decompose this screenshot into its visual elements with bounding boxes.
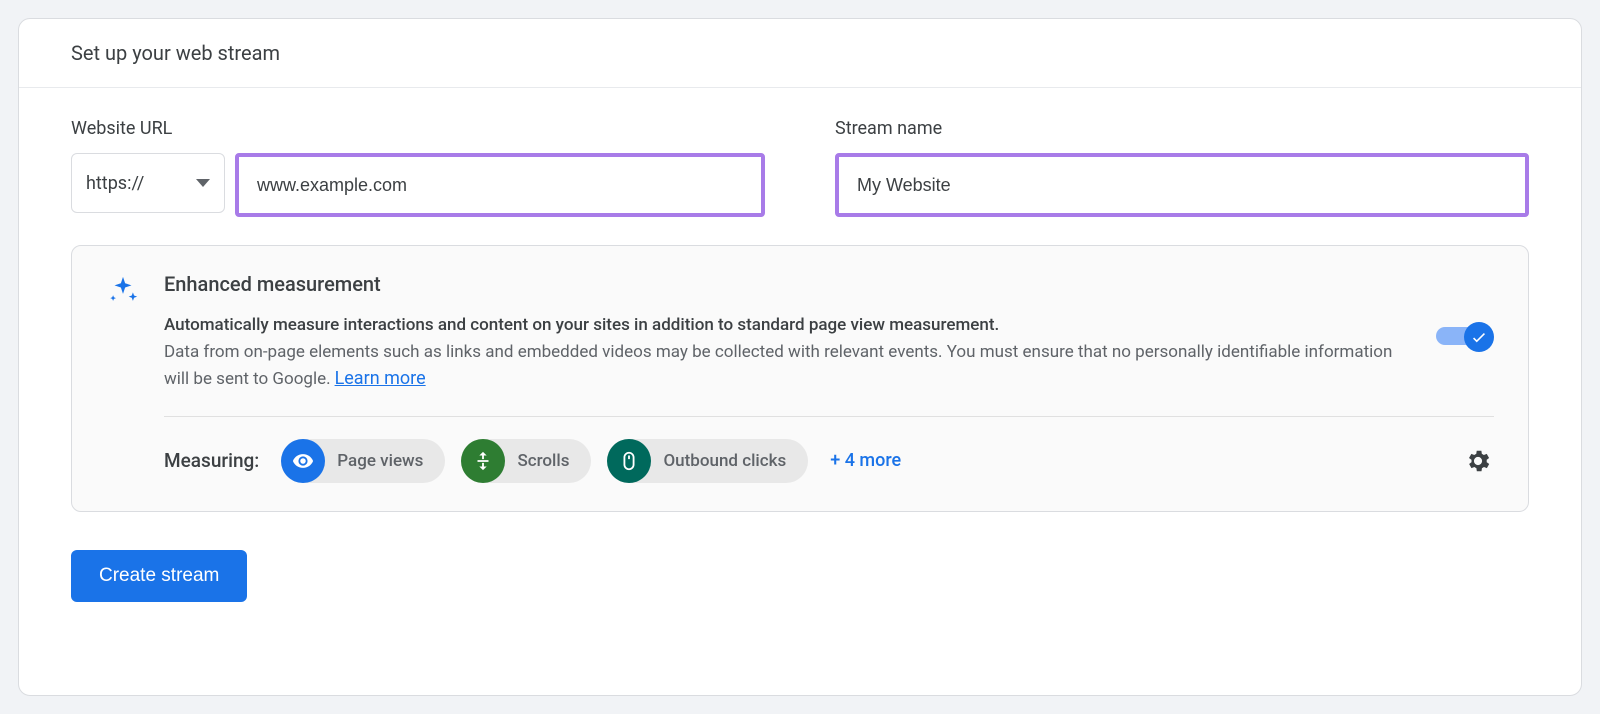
mouse-icon: [607, 439, 651, 483]
check-icon: [1470, 328, 1488, 346]
url-input-row: https://: [71, 153, 765, 217]
measuring-row: Measuring: Page views Scrolls: [164, 439, 1494, 483]
fields-row: Website URL https:// Stream name: [71, 118, 1529, 217]
measuring-label: Measuring:: [164, 449, 259, 472]
create-stream-button[interactable]: Create stream: [71, 550, 247, 602]
scroll-icon: [461, 439, 505, 483]
card-header: Set up your web stream: [19, 19, 1581, 88]
enhanced-measurement-card: Enhanced measurement Automatically measu…: [71, 245, 1529, 512]
stream-name-label: Stream name: [835, 118, 1529, 139]
setup-card: Set up your web stream Website URL https…: [18, 18, 1582, 696]
chip-page-views: Page views: [281, 439, 445, 483]
more-link[interactable]: + 4 more: [830, 450, 901, 471]
eye-icon: [281, 439, 325, 483]
page-title: Set up your web stream: [71, 41, 1529, 65]
card-body: Website URL https:// Stream name: [19, 88, 1581, 622]
enhanced-top: Enhanced measurement Automatically measu…: [106, 272, 1494, 483]
enhanced-text: Enhanced measurement Automatically measu…: [164, 272, 1416, 394]
toggle-thumb: [1464, 322, 1494, 352]
protocol-select[interactable]: https://: [71, 153, 225, 213]
sparkle-icon: [106, 274, 140, 308]
enhanced-toggle[interactable]: [1436, 322, 1494, 348]
url-input[interactable]: [257, 175, 743, 196]
website-url-field: Website URL https://: [71, 118, 765, 217]
settings-button[interactable]: [1462, 445, 1494, 477]
gear-icon: [1464, 447, 1492, 475]
stream-name-field: Stream name: [835, 118, 1529, 217]
website-url-label: Website URL: [71, 118, 765, 139]
url-input-box[interactable]: [235, 153, 765, 217]
enhanced-desc-bold: Automatically measure interactions and c…: [164, 312, 1416, 339]
protocol-value: https://: [86, 173, 144, 194]
chip-scrolls: Scrolls: [461, 439, 591, 483]
stream-name-input[interactable]: [857, 175, 1507, 196]
chevron-down-icon: [196, 179, 210, 187]
stream-name-input-box[interactable]: [835, 153, 1529, 217]
enhanced-title: Enhanced measurement: [164, 272, 1416, 296]
learn-more-link[interactable]: Learn more: [335, 368, 426, 389]
enhanced-main: Enhanced measurement Automatically measu…: [164, 272, 1494, 483]
enhanced-row-top: Enhanced measurement Automatically measu…: [164, 272, 1494, 394]
chip-outbound-clicks: Outbound clicks: [607, 439, 808, 483]
divider: [164, 416, 1494, 417]
